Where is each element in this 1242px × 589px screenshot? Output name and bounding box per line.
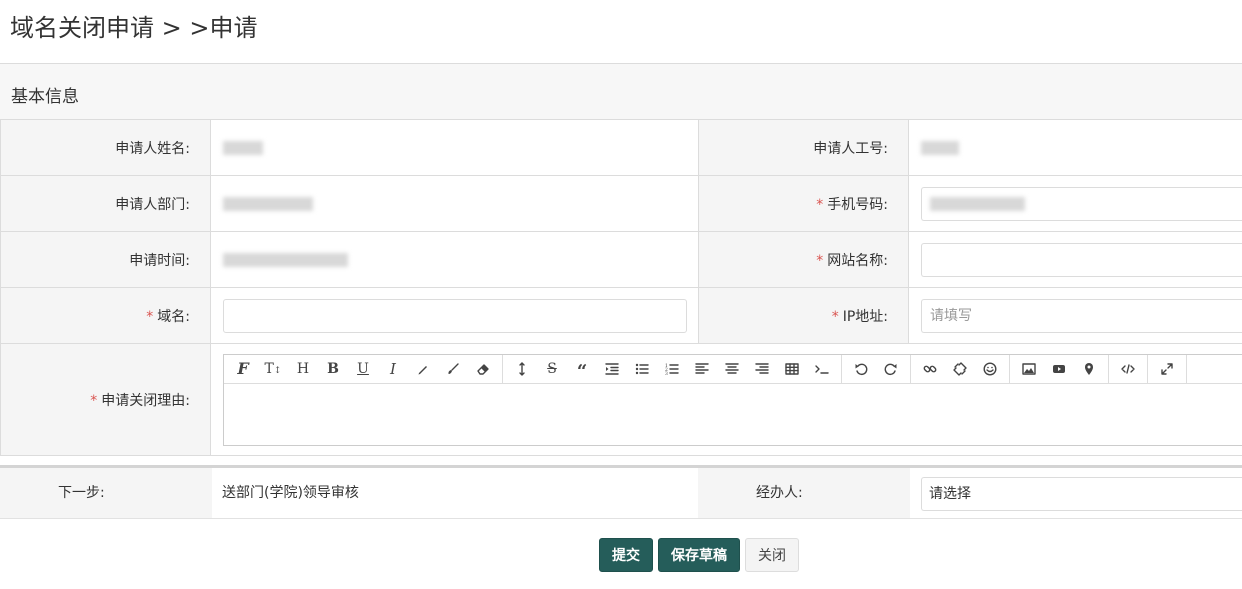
- editor-toolbar: F T↕ H B U I S “ 1 2 3: [224, 354, 1242, 384]
- phone-input[interactable]: [921, 186, 1242, 221]
- eraser-icon[interactable]: [468, 355, 498, 383]
- redacted-value: [223, 140, 263, 155]
- toolbar-group: S “ 1 2 3: [503, 354, 842, 383]
- italic-icon[interactable]: I: [378, 355, 408, 383]
- toolbar-group: [842, 354, 911, 383]
- ip-cell: [908, 287, 1242, 344]
- location-icon[interactable]: [1074, 355, 1104, 383]
- applicant-name-label: 申请人姓名:: [0, 119, 211, 176]
- apply-time-value: [210, 231, 699, 288]
- table-icon[interactable]: [777, 355, 807, 383]
- redo-icon[interactable]: [876, 355, 906, 383]
- toolbar-group: [911, 354, 1010, 383]
- site-name-input[interactable]: [921, 242, 1242, 277]
- reason-label: * 申请关闭理由:: [0, 343, 211, 456]
- numbered-list-icon[interactable]: 123: [657, 355, 687, 383]
- line-height-icon[interactable]: [507, 355, 537, 383]
- site-name-label: * 网站名称:: [698, 231, 909, 288]
- next-step-value: 送部门(学院)领导审核: [222, 485, 359, 501]
- rich-text-editor: F T↕ H B U I S “ 1 2 3: [223, 353, 1242, 446]
- site-name-cell: [908, 231, 1242, 288]
- toolbar-group: F T↕ H B U I: [224, 354, 503, 383]
- department-label: 申请人部门:: [0, 175, 211, 232]
- image-icon[interactable]: [1014, 355, 1044, 383]
- next-step-label: 下一步:: [0, 468, 212, 518]
- align-center-icon[interactable]: [717, 355, 747, 383]
- phone-cell: [908, 175, 1242, 232]
- emoji-icon[interactable]: [975, 355, 1005, 383]
- applicant-id-label: 申请人工号:: [698, 119, 909, 176]
- code-icon[interactable]: [807, 355, 837, 383]
- reason-cell: F T↕ H B U I S “ 1 2 3: [210, 343, 1242, 456]
- ip-input[interactable]: [921, 298, 1242, 333]
- brush-icon[interactable]: [438, 355, 468, 383]
- domain-input[interactable]: [223, 298, 687, 333]
- ip-label: * IP地址:: [698, 287, 909, 344]
- applicant-id-value: [908, 119, 1242, 176]
- phone-label: * 手机号码:: [698, 175, 909, 232]
- domain-cell: [210, 287, 699, 344]
- action-buttons: 提交 保存草稿 关闭: [599, 538, 799, 572]
- toolbar-group: [1010, 354, 1109, 383]
- strikethrough-icon[interactable]: S: [537, 355, 567, 383]
- bold-icon[interactable]: B: [318, 355, 348, 383]
- indent-icon[interactable]: [597, 355, 627, 383]
- basic-info-form: 申请人姓名: 申请人工号: 申请人部门: * 手机号码: 申请时间: * 网站名称:…: [0, 119, 1242, 456]
- editor-content-area[interactable]: [224, 384, 1242, 445]
- toolbar-group: [1109, 354, 1148, 383]
- align-right-icon[interactable]: [747, 355, 777, 383]
- redacted-value: [223, 252, 348, 267]
- department-value: [210, 175, 699, 232]
- fullscreen-icon[interactable]: [1152, 355, 1182, 383]
- pencil-icon[interactable]: [408, 355, 438, 383]
- section-header: 基本信息: [0, 63, 1242, 120]
- redacted-value: [223, 196, 313, 211]
- save-draft-button[interactable]: 保存草稿: [658, 538, 740, 572]
- svg-text:3: 3: [665, 371, 668, 376]
- domain-label: * 域名:: [0, 287, 211, 344]
- applicant-name-value: [210, 119, 699, 176]
- text-height-icon[interactable]: T↕: [258, 355, 288, 383]
- submit-button[interactable]: 提交: [599, 538, 653, 572]
- heading-icon[interactable]: H: [288, 355, 318, 383]
- html-icon[interactable]: [1113, 355, 1143, 383]
- redacted-value: [921, 140, 959, 155]
- video-icon[interactable]: [1044, 355, 1074, 383]
- toolbar-group: [1148, 354, 1187, 383]
- unlink-icon[interactable]: [945, 355, 975, 383]
- quote-icon[interactable]: “: [567, 355, 597, 383]
- handler-select[interactable]: 请选择: [921, 477, 1242, 511]
- redacted-value: [930, 196, 1025, 211]
- handler-label: 经办人:: [698, 468, 910, 518]
- align-left-icon[interactable]: [687, 355, 717, 383]
- link-icon[interactable]: [915, 355, 945, 383]
- next-step-row: 下一步: 送部门(学院)领导审核 经办人: 请选择: [0, 468, 1242, 519]
- undo-icon[interactable]: [846, 355, 876, 383]
- section-title: 基本信息: [11, 87, 79, 107]
- page-title: 域名关闭申请 > >申请: [10, 14, 258, 42]
- underline-icon[interactable]: U: [348, 355, 378, 383]
- close-button[interactable]: 关闭: [745, 538, 799, 572]
- bullet-list-icon[interactable]: [627, 355, 657, 383]
- apply-time-label: 申请时间:: [0, 231, 211, 288]
- font-icon[interactable]: F: [228, 355, 258, 383]
